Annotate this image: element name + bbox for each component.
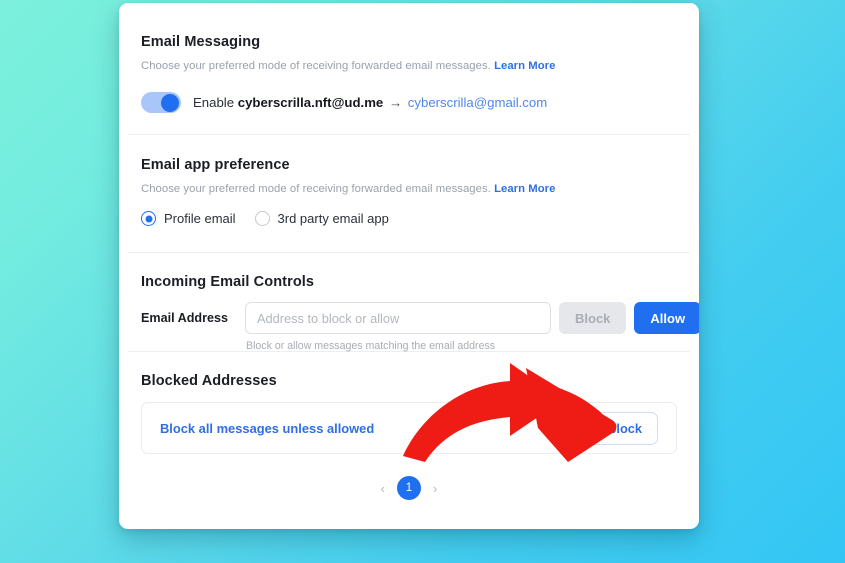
radio-label-3rd-party-email-app: 3rd party email app <box>277 211 389 226</box>
toggle-knob <box>161 93 179 112</box>
source-email-address: cyberscrilla.nft@ud.me <box>237 95 384 110</box>
email-messaging-description-text: Choose your preferred mode of receiving … <box>141 60 491 72</box>
radio-option-3rd-party-email-app[interactable]: 3rd party email app <box>254 211 389 226</box>
destination-email-address: cyberscrilla@gmail.com <box>407 95 548 110</box>
blocked-addresses-list: Block all messages unless allowed Unbloc… <box>141 402 677 454</box>
email-app-preference-radio-group: Profile email 3rd party email app <box>141 195 677 226</box>
forward-arrow-icon: → <box>388 95 403 110</box>
email-address-field-row: Email Address Block Allow <box>141 290 699 334</box>
radio-label-profile-email: Profile email <box>164 211 236 226</box>
email-messaging-description: Choose your preferred mode of receiving … <box>141 50 677 72</box>
email-forwarding-row: Enable cyberscrilla.nft@ud.me → cyberscr… <box>141 72 677 113</box>
enable-word: Enable <box>193 95 235 110</box>
email-messaging-learn-more-link[interactable]: Learn More <box>494 60 555 72</box>
pagination-next-icon[interactable]: › <box>433 482 437 495</box>
unblock-button[interactable]: Unblock <box>575 411 658 445</box>
email-address-helper-text: Block or allow messages matching the ema… <box>246 340 496 352</box>
email-app-preference-description-text: Choose your preferred mode of receiving … <box>141 183 491 195</box>
pagination-prev-icon[interactable]: ‹ <box>381 482 385 495</box>
section-incoming-email-controls: Incoming Email Controls Email Address Bl… <box>119 253 699 352</box>
email-address-input[interactable] <box>245 302 551 334</box>
section-email-app-preference: Email app preference Choose your preferr… <box>119 135 699 252</box>
settings-card: Email Messaging Choose your preferred mo… <box>119 3 699 529</box>
allow-button[interactable]: Allow <box>634 302 699 334</box>
incoming-email-controls-title: Incoming Email Controls <box>141 274 315 290</box>
pagination-page-1[interactable]: 1 <box>397 476 421 500</box>
blocked-addresses-title: Blocked Addresses <box>141 373 277 389</box>
section-email-messaging: Email Messaging Choose your preferred mo… <box>119 3 699 134</box>
pagination: ‹ 1 › <box>141 454 677 500</box>
email-app-preference-learn-more-link[interactable]: Learn More <box>494 183 555 195</box>
email-address-label: Email Address <box>141 311 229 325</box>
email-app-preference-description: Choose your preferred mode of receiving … <box>141 173 677 195</box>
radio-option-profile-email[interactable]: Profile email <box>141 211 236 226</box>
email-app-preference-title: Email app preference <box>141 157 290 173</box>
radio-unselected-icon <box>254 211 270 226</box>
section-blocked-addresses: Blocked Addresses Block all messages unl… <box>119 352 699 529</box>
blocked-address-label[interactable]: Block all messages unless allowed <box>160 421 374 436</box>
block-button[interactable]: Block <box>559 302 627 334</box>
radio-selected-icon <box>141 211 156 226</box>
email-forwarding-toggle[interactable] <box>141 92 181 113</box>
email-forwarding-label: Enable cyberscrilla.nft@ud.me → cyberscr… <box>193 95 547 110</box>
email-messaging-title: Email Messaging <box>141 34 261 50</box>
